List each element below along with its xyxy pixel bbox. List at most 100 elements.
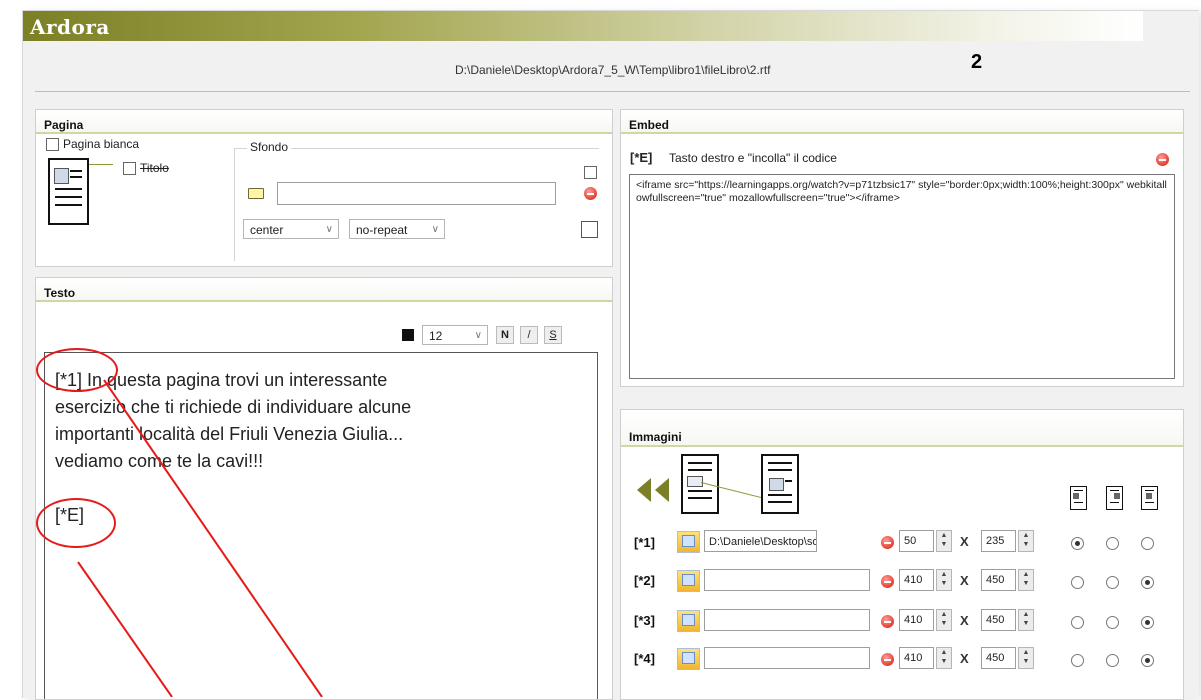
annotation-circle-embed-marker xyxy=(36,498,116,548)
image-row-label: [*3] xyxy=(634,613,655,628)
height-stepper[interactable]: ▲ ▼ xyxy=(1018,569,1034,591)
title-bar: Ardora xyxy=(23,11,1143,41)
align-left-radio[interactable] xyxy=(1071,654,1084,667)
file-path: D:\Daniele\Desktop\Ardora7_5_W\Temp\libr… xyxy=(455,63,771,77)
align-right-radio[interactable] xyxy=(1106,654,1119,667)
remove-background-icon[interactable] xyxy=(584,187,597,200)
height-stepper[interactable]: ▲ ▼ xyxy=(1018,647,1034,669)
image-path-input[interactable] xyxy=(704,569,870,591)
align-center-radio[interactable] xyxy=(1141,654,1154,667)
strike-button[interactable]: S xyxy=(544,326,562,344)
header-divider xyxy=(35,91,1190,92)
text-color-button[interactable] xyxy=(402,329,414,341)
image-row-label: [*2] xyxy=(634,573,655,588)
align-right-icon[interactable] xyxy=(1106,486,1123,510)
text-line: importanti località del Friuli Venezia G… xyxy=(55,424,404,444)
font-size-select[interactable]: 12 ∨ xyxy=(422,325,488,345)
title-label: Titolo xyxy=(140,161,169,175)
app-title: Ardora xyxy=(30,15,110,39)
image-height-input[interactable]: 450 xyxy=(981,647,1016,669)
align-center-icon[interactable] xyxy=(1141,486,1158,510)
browse-image-icon[interactable] xyxy=(677,570,700,592)
embed-title: Embed xyxy=(629,118,670,132)
width-stepper[interactable]: ▲ ▼ xyxy=(936,609,952,631)
page-layout-icon xyxy=(48,158,89,225)
blank-page-checkbox[interactable] xyxy=(46,138,59,151)
embed-code-textarea[interactable]: <iframe src="https://learningapps.org/wa… xyxy=(629,174,1175,379)
back-arrows-icon[interactable] xyxy=(633,476,673,504)
remove-image-icon[interactable] xyxy=(881,615,894,628)
testo-panel: Testo 12 ∨ N / S [*1] In questa pagina t… xyxy=(35,277,613,700)
immagini-panel: Immagini [*1] D:\Daniele\Desktop\so 50 ▲… xyxy=(620,409,1184,700)
open-folder-icon[interactable] xyxy=(246,183,264,201)
title-checkbox[interactable] xyxy=(123,162,136,175)
image-path-input[interactable] xyxy=(704,647,870,669)
align-right-radio[interactable] xyxy=(1106,616,1119,629)
remove-image-icon[interactable] xyxy=(881,575,894,588)
immagini-title: Immagini xyxy=(629,430,682,444)
image-height-input[interactable]: 450 xyxy=(981,609,1016,631)
embed-header: Embed xyxy=(621,110,1183,134)
pagina-header: Pagina xyxy=(36,110,612,134)
embed-marker: [*E] xyxy=(630,150,653,165)
remove-image-icon[interactable] xyxy=(881,653,894,666)
page-with-image-icon xyxy=(681,454,719,514)
background-enable-checkbox[interactable] xyxy=(584,166,597,179)
image-height-input[interactable]: 450 xyxy=(981,569,1016,591)
align-left-radio[interactable] xyxy=(1071,537,1084,550)
title-connector-line xyxy=(89,164,113,165)
chevron-down-icon: ∨ xyxy=(431,224,439,235)
image-height-input[interactable]: 235 xyxy=(981,530,1016,552)
text-line: vediamo come te la cavi!!! xyxy=(55,451,264,471)
background-label: Sfondo xyxy=(247,140,292,154)
testo-header: Testo xyxy=(36,278,612,302)
image-path-input[interactable] xyxy=(704,609,870,631)
width-stepper[interactable]: ▲ ▼ xyxy=(936,530,952,552)
background-repeat-value: no-repeat xyxy=(356,223,408,237)
align-center-radio[interactable] xyxy=(1141,537,1154,550)
browse-image-icon[interactable] xyxy=(677,610,700,632)
chevron-down-icon: ∨ xyxy=(325,224,333,235)
text-line: esercizio che ti richiede di individuare… xyxy=(55,397,412,417)
chevron-down-icon: ∨ xyxy=(474,330,482,341)
align-left-icon[interactable] xyxy=(1070,486,1087,510)
background-position-select[interactable]: center ∨ xyxy=(243,219,339,239)
align-center-radio[interactable] xyxy=(1141,576,1154,589)
align-left-radio[interactable] xyxy=(1071,616,1084,629)
clear-embed-icon[interactable] xyxy=(1156,153,1169,166)
target-page-icon xyxy=(761,454,799,514)
align-right-radio[interactable] xyxy=(1106,576,1119,589)
times-sign: X xyxy=(960,573,969,588)
app-window: Ardora D:\Daniele\Desktop\Ardora7_5_W\Te… xyxy=(22,10,1199,700)
background-file-input[interactable] xyxy=(277,182,556,205)
align-left-radio[interactable] xyxy=(1071,576,1084,589)
annotation-circle-image-marker xyxy=(36,348,118,392)
text-editor[interactable]: [*1] In questa pagina trovi un interessa… xyxy=(44,352,598,699)
times-sign: X xyxy=(960,534,969,549)
height-stepper[interactable]: ▲ ▼ xyxy=(1018,609,1034,631)
width-stepper[interactable]: ▲ ▼ xyxy=(936,647,952,669)
height-stepper[interactable]: ▲ ▼ xyxy=(1018,530,1034,552)
image-width-input[interactable]: 410 xyxy=(899,609,934,631)
bold-button[interactable]: N xyxy=(496,326,514,344)
align-center-radio[interactable] xyxy=(1141,616,1154,629)
blank-page-label: Pagina bianca xyxy=(63,137,140,151)
font-size-value: 12 xyxy=(429,329,443,343)
page-number: 2 xyxy=(971,51,983,73)
background-color-box[interactable] xyxy=(581,221,598,238)
width-stepper[interactable]: ▲ ▼ xyxy=(936,569,952,591)
pagina-title: Pagina xyxy=(44,118,84,132)
times-sign: X xyxy=(960,613,969,628)
image-width-input[interactable]: 410 xyxy=(899,569,934,591)
image-width-input[interactable]: 410 xyxy=(899,647,934,669)
italic-button[interactable]: / xyxy=(520,326,538,344)
image-row-label: [*1] xyxy=(634,535,655,550)
times-sign: X xyxy=(960,651,969,666)
browse-image-icon[interactable] xyxy=(677,648,700,670)
image-path-input[interactable]: D:\Daniele\Desktop\softv xyxy=(704,530,817,552)
align-right-radio[interactable] xyxy=(1106,537,1119,550)
browse-image-icon[interactable] xyxy=(677,531,700,553)
remove-image-icon[interactable] xyxy=(881,536,894,549)
image-width-input[interactable]: 50 xyxy=(899,530,934,552)
background-repeat-select[interactable]: no-repeat ∨ xyxy=(349,219,445,239)
